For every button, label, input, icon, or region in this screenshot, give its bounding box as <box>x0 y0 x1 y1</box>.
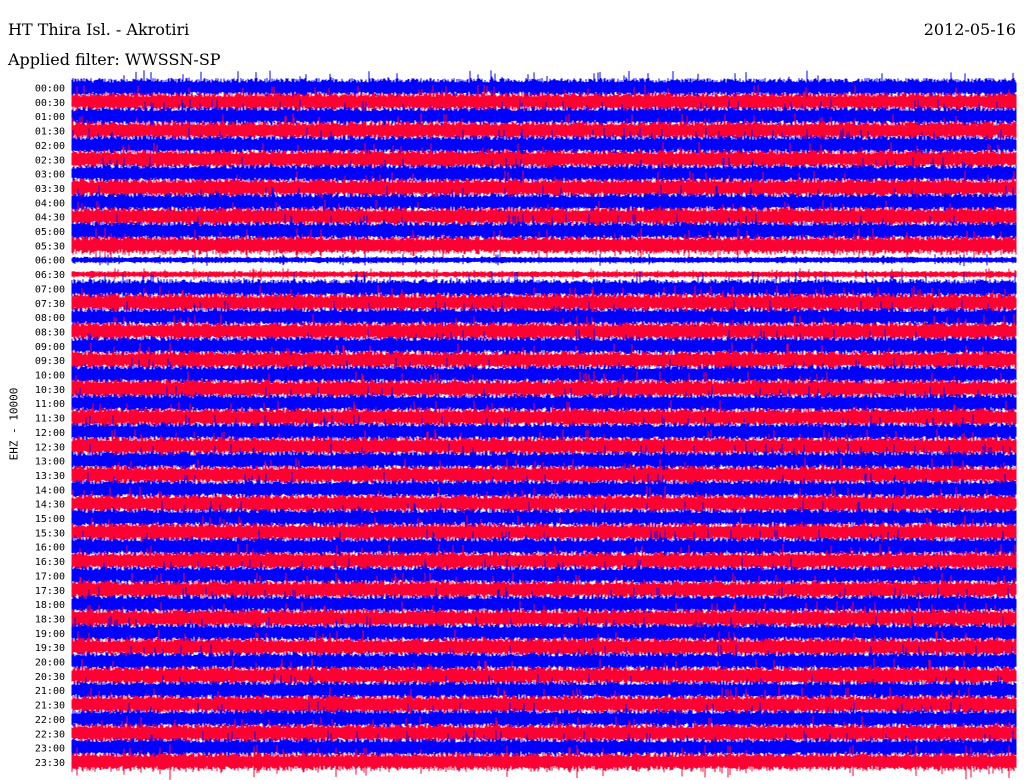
row-time-label: 02:00 <box>35 141 65 152</box>
row-time-label: 22:30 <box>35 729 65 740</box>
row-time-label: 00:00 <box>35 84 65 95</box>
row-time-label: 15:00 <box>35 514 65 525</box>
row-time-label: 08:00 <box>35 313 65 324</box>
row-time-label: 07:00 <box>35 284 65 295</box>
row-time-label: 18:30 <box>35 614 65 625</box>
row-time-label: 21:00 <box>35 686 65 697</box>
row-time-label: 08:30 <box>35 327 65 338</box>
row-time-label: 15:30 <box>35 528 65 539</box>
row-time-label: 06:30 <box>35 270 65 281</box>
trace-row-0630 <box>71 268 1017 281</box>
row-time-label: 05:30 <box>35 241 65 252</box>
row-time-label: 09:30 <box>35 356 65 367</box>
row-time-label: 23:00 <box>35 744 65 755</box>
row-time-label: 00:30 <box>35 98 65 109</box>
row-time-label: 11:00 <box>35 399 65 410</box>
row-time-label: 14:30 <box>35 500 65 511</box>
row-time-label: 17:00 <box>35 571 65 582</box>
row-time-label: 14:00 <box>35 485 65 496</box>
row-time-label: 11:30 <box>35 414 65 425</box>
row-time-label: 19:00 <box>35 629 65 640</box>
row-time-label: 12:30 <box>35 442 65 453</box>
row-time-label: 20:30 <box>35 672 65 683</box>
row-time-label: 19:30 <box>35 643 65 654</box>
row-time-label: 21:30 <box>35 701 65 712</box>
row-time-label: 18:00 <box>35 600 65 611</box>
row-time-label: 10:30 <box>35 385 65 396</box>
row-time-label: 04:30 <box>35 213 65 224</box>
helicorder-page: HT Thira Isl. - Akrotiri Applied filter:… <box>0 0 1024 780</box>
row-time-label: 07:30 <box>35 299 65 310</box>
row-time-label: 16:00 <box>35 543 65 554</box>
row-time-label: 05:00 <box>35 227 65 238</box>
row-time-label: 13:00 <box>35 457 65 468</box>
row-time-label: 03:30 <box>35 184 65 195</box>
row-time-label: 13:30 <box>35 471 65 482</box>
row-time-label: 04:00 <box>35 198 65 209</box>
row-time-label: 01:30 <box>35 127 65 138</box>
row-time-label: 01:00 <box>35 112 65 123</box>
row-time-label: 23:30 <box>35 758 65 769</box>
row-time-label: 17:30 <box>35 586 65 597</box>
row-time-label: 02:30 <box>35 155 65 166</box>
seismogram-plot: 00:00 00:30 01:00 01:30 02:00 02:30 03:00 03:30… <box>35 70 1017 780</box>
row-time-label: 20:00 <box>35 658 65 669</box>
row-time-label: 09:00 <box>35 342 65 353</box>
row-time-label: 10:00 <box>35 371 65 382</box>
row-time-label: 06:00 <box>35 256 65 267</box>
row-time-label: 03:00 <box>35 170 65 181</box>
row-time-label: 22:00 <box>35 715 65 726</box>
trace-row-0600 <box>71 254 1017 267</box>
row-time-label: 16:30 <box>35 557 65 568</box>
row-time-label: 12:00 <box>35 428 65 439</box>
